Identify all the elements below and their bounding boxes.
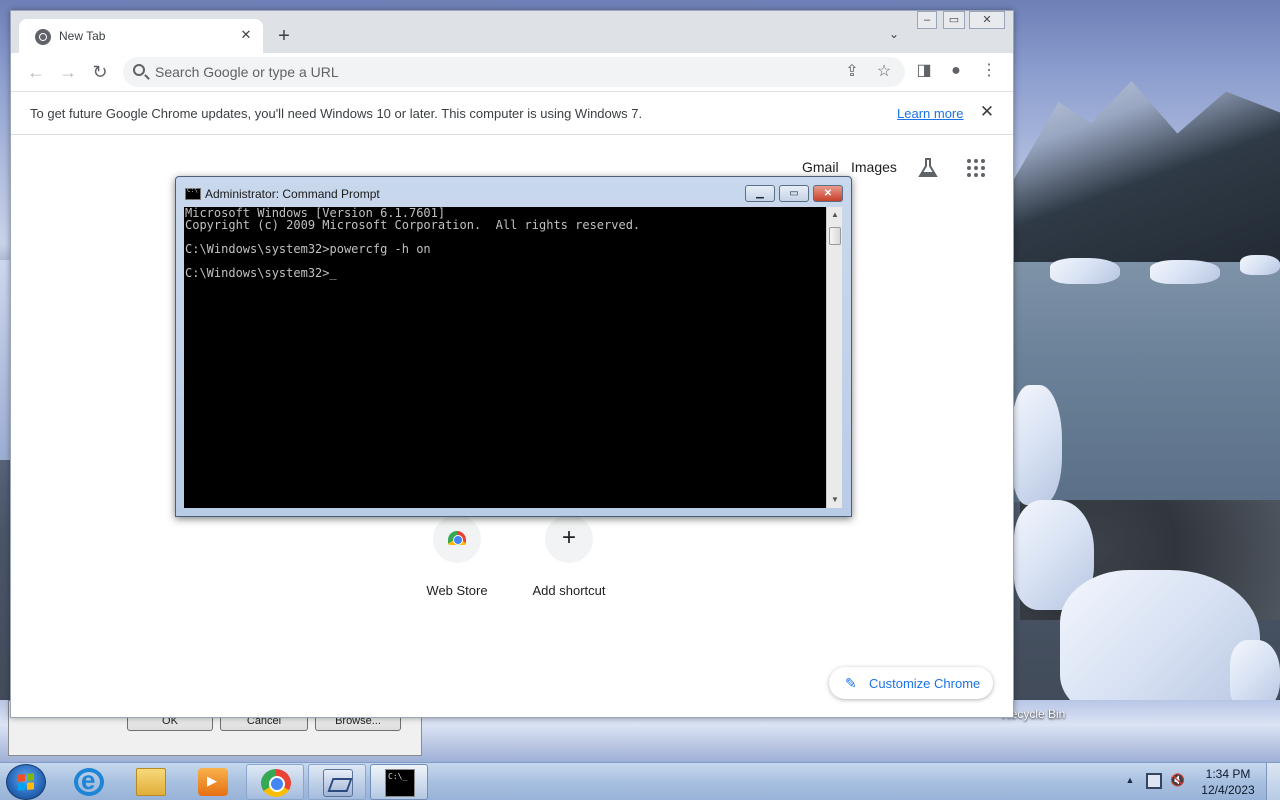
wallpaper-ice	[1060, 570, 1260, 720]
scroll-down-arrow-icon[interactable]: ▼	[827, 492, 843, 508]
console-line: Copyright (c) 2009 Microsoft Corporation…	[185, 218, 641, 232]
taskbar-chrome[interactable]	[246, 764, 304, 800]
folder-icon	[136, 768, 166, 796]
start-button[interactable]	[6, 764, 46, 800]
search-icon	[133, 64, 145, 76]
wallpaper-mountains	[1010, 81, 1280, 270]
forward-arrow-icon[interactable]: →	[56, 61, 80, 83]
console-line: C:\Windows\system32>powercfg -h on	[185, 242, 431, 256]
shortcut-label: Add shortcut	[532, 583, 606, 598]
wallpaper-ice	[1150, 260, 1220, 284]
tab-title: New Tab	[59, 29, 106, 43]
cmd-maximize-button[interactable]: ▭	[779, 185, 809, 202]
bookmark-star-icon[interactable]: ☆	[873, 61, 895, 83]
back-arrow-icon[interactable]: ←	[24, 61, 48, 83]
console-text: Microsoft Windows [Version 6.1.7601] Cop…	[185, 207, 640, 279]
show-hidden-icons-arrow-icon[interactable]: ▲	[1124, 775, 1136, 787]
tab-search-chevron-icon[interactable]: ⌄	[885, 25, 903, 43]
chrome-icon	[261, 769, 291, 797]
command-prompt-icon	[385, 769, 415, 797]
windows-logo-icon	[18, 773, 34, 791]
tab-new-tab[interactable]: New Tab ✕	[19, 19, 263, 53]
learn-more-link[interactable]: Learn more	[897, 106, 963, 121]
taskbar-media-player[interactable]	[184, 764, 242, 800]
scroll-up-arrow-icon[interactable]: ▲	[827, 207, 843, 223]
plus-icon: +	[545, 515, 593, 563]
menu-kebab-icon[interactable]: ⋮	[978, 60, 1000, 82]
scrollbar-thumb[interactable]	[829, 227, 841, 245]
infobar-close-icon[interactable]: ✕	[977, 102, 997, 122]
web-store-icon	[433, 515, 481, 563]
restore-button[interactable]: ▭	[943, 11, 965, 29]
shortcut-label: Web Store	[426, 583, 488, 598]
taskbar-internet-explorer[interactable]	[60, 764, 118, 800]
clock-date: 12/4/2023	[1201, 783, 1255, 797]
cmd-title: Administrator: Command Prompt	[205, 187, 380, 201]
media-player-icon	[198, 768, 228, 796]
cmd-window-icon	[185, 187, 201, 200]
new-tab-button[interactable]: +	[273, 25, 295, 47]
shortcut-add[interactable]: + Add shortcut	[513, 515, 625, 598]
show-desktop-button[interactable]	[1266, 763, 1280, 800]
system-clock[interactable]: 1:34 PM 12/4/2023	[1196, 766, 1260, 798]
google-apps-grid-icon[interactable]	[967, 159, 985, 177]
console-line: C:\Windows\system32>_	[185, 266, 337, 280]
browser-toolbar: ← → ↻ ⇪ ☆ ◨ ● ⋮	[11, 53, 1013, 91]
taskbar-command-prompt[interactable]	[370, 764, 428, 800]
tab-strip: New Tab ✕ + ⌄ – ▭ ✕	[11, 11, 1013, 53]
command-prompt-window[interactable]: Administrator: Command Prompt ▁ ▭ ✕ Micr…	[175, 176, 852, 517]
virtual-machine-icon	[323, 769, 353, 797]
clock-time: 1:34 PM	[1205, 767, 1251, 781]
gmail-link[interactable]: Gmail	[802, 159, 839, 175]
infobar-message: To get future Google Chrome updates, you…	[30, 106, 643, 121]
chrome-favicon-icon	[35, 29, 51, 45]
side-panel-icon[interactable]: ◨	[913, 60, 935, 82]
taskbar-virtual-machine[interactable]	[308, 764, 366, 800]
taskbar: ▲ 🔇 1:34 PM 12/4/2023	[0, 762, 1280, 800]
wallpaper-ice	[1240, 255, 1280, 275]
customize-label: Customize Chrome	[869, 676, 981, 691]
console-output[interactable]: Microsoft Windows [Version 6.1.7601] Cop…	[184, 207, 826, 508]
tab-close-icon[interactable]: ✕	[237, 26, 255, 44]
volume-muted-icon[interactable]: 🔇	[1170, 773, 1188, 789]
labs-flask-icon[interactable]	[917, 157, 939, 179]
internet-explorer-icon	[74, 765, 104, 796]
pencil-icon: ✎	[845, 675, 857, 691]
images-link[interactable]: Images	[851, 159, 897, 175]
reload-icon[interactable]: ↻	[88, 61, 112, 83]
network-icon[interactable]	[1146, 773, 1162, 789]
customize-chrome-button[interactable]: ✎ Customize Chrome	[829, 667, 993, 699]
minimize-button[interactable]: –	[917, 11, 937, 29]
close-window-button[interactable]: ✕	[969, 11, 1005, 29]
omnibox-input[interactable]	[155, 61, 815, 83]
profile-avatar-icon[interactable]: ●	[945, 60, 967, 82]
update-infobar: To get future Google Chrome updates, you…	[11, 91, 1013, 135]
wallpaper-ice	[1050, 258, 1120, 284]
wallpaper-ice	[1012, 385, 1062, 505]
shortcut-web-store[interactable]: Web Store	[401, 515, 513, 598]
cmd-close-button[interactable]: ✕	[813, 185, 843, 202]
share-icon[interactable]: ⇪	[841, 61, 863, 83]
console-scrollbar[interactable]: ▲ ▼	[826, 207, 842, 508]
cmd-minimize-button[interactable]: ▁	[745, 185, 775, 202]
taskbar-windows-explorer[interactable]	[122, 764, 180, 800]
omnibox[interactable]: ⇪ ☆	[123, 57, 905, 87]
